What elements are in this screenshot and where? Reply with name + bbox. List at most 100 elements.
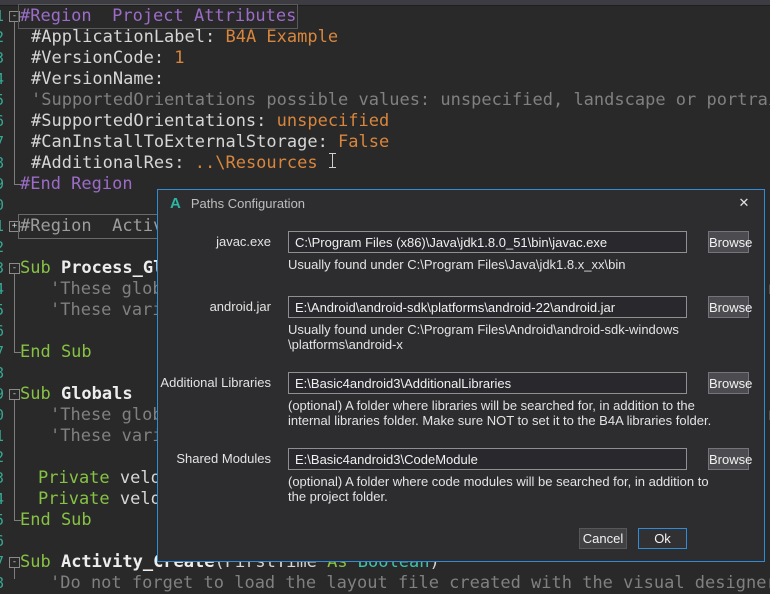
field-label: Additional Libraries <box>158 375 271 390</box>
line-number: 3 <box>0 48 4 69</box>
code-token: 'Do not forget to load the layout file c… <box>50 573 770 593</box>
line-number: 1 <box>0 6 4 27</box>
line-number: 11 <box>0 216 4 237</box>
code-token: #AdditionalRes: <box>31 153 185 173</box>
line-number: 7 <box>0 132 4 153</box>
code-token: Sub <box>20 258 61 278</box>
code-line[interactable]: #ApplicationLabel: B4A Example <box>31 27 338 48</box>
code-line[interactable]: #CanInstallToExternalStorage: False <box>31 132 389 153</box>
fold-guide-line <box>14 274 15 352</box>
dialog-title: Paths Configuration <box>191 196 305 211</box>
line-number: 12 <box>0 237 4 258</box>
line-number: 4 <box>0 69 4 90</box>
path-input[interactable] <box>288 448 687 470</box>
code-line[interactable]: #SupportedOrientations: unspecified <box>31 111 389 132</box>
code-token: velo <box>120 489 161 509</box>
field-help-text: Usually found under C:\Program Files\And… <box>288 322 679 352</box>
field-help-text: (optional) A folder where libraries will… <box>288 398 711 428</box>
code-token: End Sub <box>20 342 92 362</box>
help-line: the project folder. <box>288 489 709 504</box>
code-line[interactable]: Sub Globals <box>20 384 133 405</box>
code-token: ..\Resources <box>185 153 318 173</box>
field-label: android.jar <box>158 299 271 314</box>
line-number: 20 <box>0 405 4 426</box>
code-line[interactable]: 'Do not forget to load the layout file c… <box>50 573 770 594</box>
line-number: 8 <box>0 153 4 174</box>
code-line[interactable]: End Sub <box>20 510 92 531</box>
code-line[interactable]: Private velo <box>38 468 161 489</box>
line-number: 17 <box>0 342 4 363</box>
code-token: unspecified <box>266 111 389 131</box>
code-token: Private <box>38 489 120 509</box>
fold-collapse-icon[interactable]: - <box>9 11 20 22</box>
fold-guide-line <box>14 568 15 579</box>
help-line: (optional) A folder where code modules w… <box>288 474 709 489</box>
code-line[interactable]: #VersionName: <box>31 69 164 90</box>
help-line: Usually found under C:\Program Files\And… <box>288 322 679 337</box>
help-line: Usually found under C:\Program Files\Jav… <box>288 257 625 272</box>
line-number: 26 <box>0 531 4 552</box>
paths-configuration-dialog: A Paths Configuration ✕ javac.exe Browse U… <box>157 189 765 562</box>
line-number: 25 <box>0 510 4 531</box>
browse-button[interactable]: Browse <box>708 296 749 318</box>
path-input[interactable] <box>288 372 687 394</box>
code-token: Globals <box>61 384 133 404</box>
code-line[interactable]: #End Region <box>20 174 133 195</box>
fold-guide-line <box>14 22 15 184</box>
fold-guide-line <box>14 400 15 520</box>
line-number: 24 <box>0 489 4 510</box>
code-line[interactable]: End Sub <box>20 342 92 363</box>
line-number: 2 <box>0 27 4 48</box>
help-line: (optional) A folder where libraries will… <box>288 398 711 413</box>
ok-button[interactable]: Ok <box>638 528 687 549</box>
dialog-titlebar[interactable]: A Paths Configuration ✕ <box>158 190 764 216</box>
help-line: internal libraries folder. Make sure NOT… <box>288 413 711 428</box>
browse-button[interactable]: Browse <box>708 448 749 470</box>
code-token: B4A Example <box>215 27 338 47</box>
text-cursor-ibeam <box>328 153 337 168</box>
code-token: False <box>328 132 389 152</box>
app-logo-icon: A <box>170 195 181 212</box>
line-number: 22 <box>0 447 4 468</box>
code-token: 1 <box>164 48 184 68</box>
line-number: 16 <box>0 321 4 342</box>
code-line[interactable]: #VersionCode: 1 <box>31 48 185 69</box>
code-line[interactable]: #AdditionalRes: ..\Resources <box>31 153 318 174</box>
code-line[interactable]: #Region Project Attributes <box>20 6 296 27</box>
help-line: \platforms\android-x <box>288 337 679 352</box>
field-help-text: (optional) A folder where code modules w… <box>288 474 709 504</box>
field-label: Shared Modules <box>158 451 271 466</box>
line-number: 18 <box>0 363 4 384</box>
code-token: #SupportedOrientations: <box>31 111 266 131</box>
close-icon[interactable]: ✕ <box>734 194 754 212</box>
code-token: End Sub <box>20 510 92 530</box>
field-label: javac.exe <box>158 234 271 249</box>
browse-button[interactable]: Browse <box>708 231 749 253</box>
cancel-button[interactable]: Cancel <box>579 528 627 549</box>
code-token: #ApplicationLabel: <box>31 27 215 47</box>
line-number: 23 <box>0 468 4 489</box>
fold-collapse-icon[interactable]: - <box>9 263 20 274</box>
code-line[interactable]: 'SupportedOrientations possible values: … <box>31 90 770 111</box>
path-input[interactable] <box>288 231 687 253</box>
code-token: #Region Project Attributes <box>20 6 296 26</box>
code-token: Sub <box>20 552 61 572</box>
code-line[interactable]: Private velo <box>38 489 161 510</box>
path-input[interactable] <box>288 296 687 318</box>
line-number: 27 <box>0 552 4 573</box>
fold-collapse-icon[interactable]: - <box>9 389 20 400</box>
line-number: 10 <box>0 195 4 216</box>
code-token: #VersionName: <box>31 69 164 89</box>
code-token: 'SupportedOrientations possible values: … <box>31 90 770 110</box>
line-number: 6 <box>0 111 4 132</box>
code-token: #CanInstallToExternalStorage: <box>31 132 328 152</box>
code-token: velo <box>120 468 161 488</box>
browse-button[interactable]: Browse <box>708 372 749 394</box>
code-token: Sub <box>20 384 61 404</box>
code-token: #VersionCode: <box>31 48 164 68</box>
fold-expand-icon[interactable]: + <box>9 221 20 232</box>
code-token: #End Region <box>20 174 133 194</box>
line-number: 28 <box>0 573 4 594</box>
line-number: 19 <box>0 384 4 405</box>
fold-collapse-icon[interactable]: - <box>9 557 20 568</box>
